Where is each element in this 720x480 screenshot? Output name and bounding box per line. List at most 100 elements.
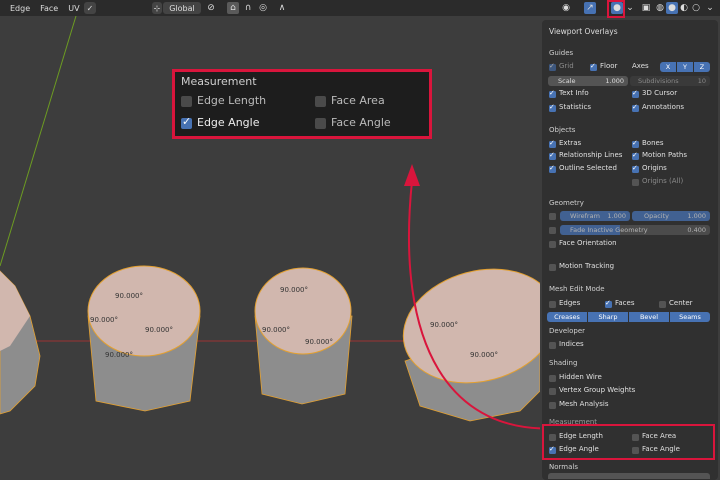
grid-checkbox[interactable] [549,62,556,71]
popup-edge-angle-label: Edge Angle [197,116,260,129]
section-geometry: Geometry [549,199,584,207]
orientation-label: Global [169,3,195,13]
popup-edge-length-checkbox[interactable] [181,96,192,107]
popup-face-angle-label: Face Angle [331,116,391,129]
origins-all-checkbox[interactable] [632,179,639,186]
annotations-label: Annotations [642,103,685,111]
vertex-group-weights-label: Vertex Group Weights [559,386,636,394]
snap-icon[interactable]: ✓ [84,2,96,14]
motion-paths-checkbox[interactable] [632,151,639,160]
relationship-lines-label: Relationship Lines [559,151,623,159]
face-angle-checkbox[interactable] [632,447,639,454]
annotation-arrowhead [404,164,420,186]
grid-label: Grid [559,62,574,70]
angle-label: 90.000° [280,286,308,294]
shading-dropdown-icon[interactable]: ⌄ [704,2,716,14]
angle-label: 90.000° [470,351,498,359]
floor-checkbox[interactable] [590,62,597,71]
bones-checkbox[interactable] [632,139,639,148]
extras-checkbox[interactable] [549,139,556,148]
section-measurement: Measurement [549,418,598,426]
angle-label: 90.000° [430,321,458,329]
menu-face[interactable]: Face [40,4,58,13]
angle-label: 90.000° [305,338,333,346]
transform-orientation-icon[interactable]: ⊹ [152,2,162,14]
indices-label: Indices [559,340,584,348]
overlays-dropdown-icon[interactable]: ⌄ [624,2,636,14]
popup-face-angle-checkbox[interactable] [315,118,326,129]
faces-checkbox[interactable] [605,299,612,308]
bones-label: Bones [642,139,664,147]
angle-label: 90.000° [115,292,143,300]
statistics-checkbox[interactable] [549,103,556,112]
popup-edge-angle-checkbox[interactable] [181,115,192,129]
scale-label: Scale [558,77,576,85]
creases-toggle[interactable]: Creases [547,312,587,322]
text-info-checkbox[interactable] [549,89,556,98]
annotations-checkbox[interactable] [632,103,639,112]
3d-viewport[interactable]: 90.000° 90.000° 90.000° 90.000° 90.000° … [0,16,540,480]
overlays-icon[interactable]: ● [611,2,623,14]
visibility-icon[interactable]: ◉ [560,2,572,14]
center-label: Center [669,299,693,307]
opacity-field[interactable]: Opacity 1.000 [632,211,710,221]
normals-controls[interactable] [548,473,710,479]
motion-tracking-checkbox[interactable] [549,264,556,271]
wireframe-checkbox[interactable] [549,213,556,220]
section-guides: Guides [549,49,574,57]
opacity-value: 1.000 [687,212,706,220]
gizmo-icon[interactable]: ↗ [584,2,596,14]
edge-angle-checkbox[interactable] [549,445,556,454]
solid-shading-icon[interactable]: ● [666,2,678,14]
menu-edge[interactable]: Edge [10,4,30,13]
mesh-analysis-checkbox[interactable] [549,402,556,409]
popup-face-area-label: Face Area [331,94,385,107]
axes-label: Axes [632,62,649,70]
fade-inactive-field[interactable]: Fade Inactive Geometry 0.400 [560,225,710,235]
rendered-shading-icon[interactable]: ○ [690,2,702,14]
outline-selected-checkbox[interactable] [549,164,556,173]
wireframe-field[interactable]: Wirefram 1.000 [560,211,630,221]
snapping-icon[interactable]: ⌂ [227,2,239,14]
faces-label: Faces [615,299,635,307]
face-orientation-checkbox[interactable] [549,241,556,248]
extras-label: Extras [559,139,582,147]
relationship-lines-checkbox[interactable] [549,151,556,160]
indices-checkbox[interactable] [549,342,556,349]
3d-cursor-checkbox[interactable] [632,89,639,98]
magnet-icon[interactable]: ∩ [242,2,254,14]
scale-field[interactable]: Scale 1.000 [548,76,628,86]
edge-length-checkbox[interactable] [549,434,556,441]
orientation-dropdown[interactable]: Global [163,2,201,14]
xray-icon[interactable]: ▣ [640,2,652,14]
pivot-icon[interactable]: ⊘ [205,2,217,14]
axis-z-toggle[interactable]: Z [694,62,710,72]
axis-y-toggle[interactable]: Y [677,62,693,72]
sharp-toggle[interactable]: Sharp [588,312,628,322]
seams-toggle[interactable]: Seams [670,312,710,322]
text-info-label: Text Info [559,89,589,97]
vertex-group-weights-checkbox[interactable] [549,388,556,395]
falloff-icon[interactable]: ∧ [276,2,288,14]
section-developer: Developer [549,327,586,335]
edges-checkbox[interactable] [549,301,556,308]
hidden-wire-checkbox[interactable] [549,375,556,382]
popup-face-area-checkbox[interactable] [315,96,326,107]
center-checkbox[interactable] [659,301,666,308]
subdivisions-field[interactable]: Subdivisions 10 [630,76,710,86]
wireframe-value: 1.000 [607,212,626,220]
3d-cursor-label: 3D Cursor [642,89,678,97]
menu-uv[interactable]: UV [68,4,79,13]
wireframe-shading-icon[interactable]: ◍ [654,2,666,14]
face-area-checkbox[interactable] [632,434,639,441]
section-objects: Objects [549,126,576,134]
statistics-label: Statistics [559,103,591,111]
origins-checkbox[interactable] [632,164,639,173]
material-shading-icon[interactable]: ◐ [678,2,690,14]
origins-all-label: Origins (All) [642,177,684,185]
axis-x-toggle[interactable]: X [660,62,676,72]
proportional-edit-icon[interactable]: ◎ [257,2,269,14]
fade-inactive-checkbox[interactable] [549,227,556,234]
bevel-toggle[interactable]: Bevel [629,312,669,322]
motion-paths-label: Motion Paths [642,151,687,159]
